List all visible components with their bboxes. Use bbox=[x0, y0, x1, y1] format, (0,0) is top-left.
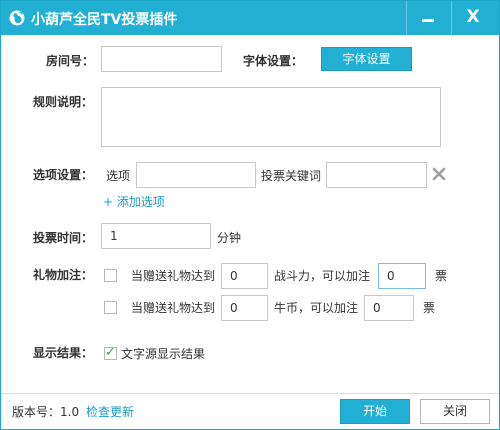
plugin-window: 小葫芦全民TV投票插件 X 房间号： 字体设置： 字体设置 规则说明： 选项设置… bbox=[0, 0, 500, 430]
display-result-text: 文字源显示结果 bbox=[121, 347, 206, 361]
gift-rule-1-votes-input[interactable] bbox=[378, 263, 426, 289]
gift-rule-1-threshold-input[interactable] bbox=[221, 263, 268, 289]
gift-rule-2-prefix: 当赠送礼物达到 bbox=[131, 301, 216, 315]
keyword-input[interactable] bbox=[326, 162, 427, 188]
gift-label: 礼物加注： bbox=[33, 268, 94, 282]
gift-rule-2-checkbox[interactable] bbox=[104, 301, 117, 314]
gourd-logo-icon bbox=[9, 10, 25, 26]
remove-option-icon[interactable] bbox=[432, 167, 446, 181]
rules-label: 规则说明： bbox=[33, 95, 94, 109]
gift-rule-1-unit-text: 战斗力，可以加注 bbox=[274, 269, 371, 283]
time-unit: 分钟 bbox=[217, 231, 242, 245]
font-label: 字体设置： bbox=[243, 54, 304, 68]
gift-rule-1-suffix: 票 bbox=[435, 269, 448, 283]
checkmark-icon: ✓ bbox=[105, 345, 116, 360]
close-button[interactable]: 关闭 bbox=[420, 399, 490, 424]
gift-rule-1-prefix: 当赠送礼物达到 bbox=[131, 269, 216, 283]
gift-rule-1-checkbox[interactable] bbox=[104, 269, 117, 282]
title-bar[interactable]: 小葫芦全民TV投票插件 X bbox=[1, 1, 499, 35]
font-settings-button[interactable]: 字体设置 bbox=[321, 47, 412, 71]
gift-rule-2-unit-text: 牛币，可以加注 bbox=[274, 301, 359, 315]
version-label: 版本号：1.0 bbox=[12, 405, 80, 419]
keyword-prefix: 投票关键词 bbox=[261, 169, 322, 183]
option-input[interactable] bbox=[136, 162, 256, 188]
display-label: 显示结果： bbox=[33, 346, 94, 360]
room-label: 房间号： bbox=[46, 54, 95, 68]
room-input[interactable] bbox=[101, 46, 222, 72]
minimize-button[interactable] bbox=[407, 1, 449, 35]
minimize-icon bbox=[422, 19, 434, 22]
footer-divider bbox=[1, 393, 499, 394]
gift-rule-2-votes-input[interactable] bbox=[364, 295, 414, 321]
time-label: 投票时间： bbox=[33, 231, 94, 245]
close-window-button[interactable]: X bbox=[452, 1, 499, 35]
options-label: 选项设置： bbox=[33, 168, 94, 182]
gift-rule-2-suffix: 票 bbox=[423, 301, 436, 315]
time-input[interactable] bbox=[101, 223, 211, 249]
option-prefix: 选项 bbox=[106, 169, 131, 183]
rules-textarea[interactable] bbox=[101, 87, 441, 147]
window-title: 小葫芦全民TV投票插件 bbox=[31, 12, 178, 28]
check-update-link[interactable]: 检查更新 bbox=[86, 404, 134, 420]
close-icon: X bbox=[466, 7, 480, 27]
start-button[interactable]: 开始 bbox=[340, 399, 410, 424]
display-result-checkbox[interactable]: ✓ bbox=[104, 345, 117, 360]
gift-rule-2-threshold-input[interactable] bbox=[221, 295, 268, 321]
add-option-link[interactable]: + 添加选项 bbox=[103, 194, 165, 210]
